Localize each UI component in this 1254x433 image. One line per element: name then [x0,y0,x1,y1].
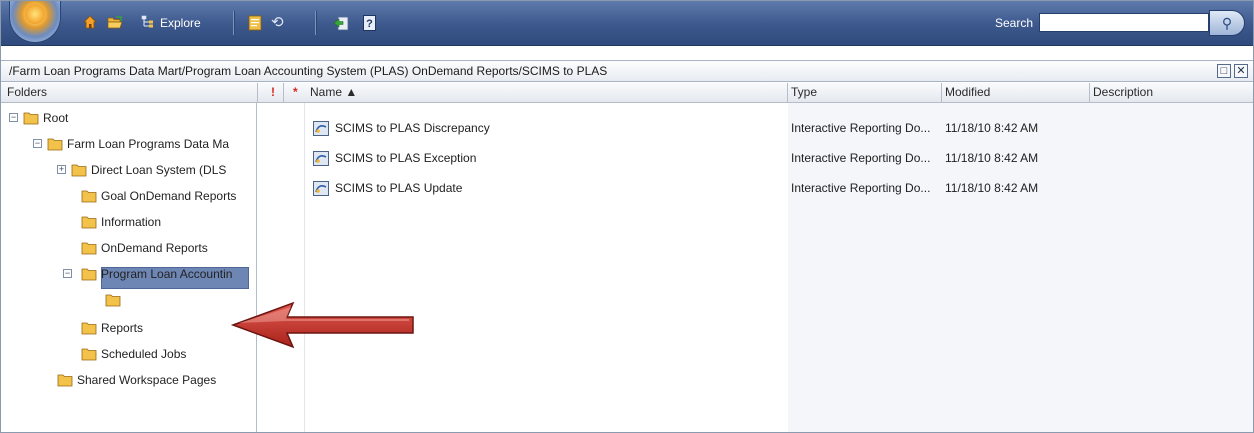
flag-column-header[interactable]: ! [271,83,275,102]
search-icon: ⚲ [1221,15,1233,31]
tree-item-label: Scheduled Jobs [101,347,187,361]
tree-item-label: Direct Loan System (DLS [91,163,227,177]
tree-item-label: Program Loan Accountin [101,267,233,281]
search-label: Search [995,16,1034,30]
collapse-icon[interactable]: − [63,269,72,278]
file-name: SCIMS to PLAS Exception [335,151,477,165]
maximize-button[interactable]: □ [1217,64,1231,78]
folder-icon [23,112,39,125]
close-button[interactable]: ✕ [1234,64,1248,78]
open-folder-icon[interactable] [107,16,123,29]
folder-icon [81,348,97,361]
tree-item-label: SCIMS to PLAS [125,293,211,307]
folder-icon [81,190,97,203]
type-column-header[interactable]: Type [791,83,817,102]
flag-columns [257,103,305,432]
file-list: SCIMS to PLAS Discrepancy Interactive Re… [305,103,1253,432]
folders-header: Folders [7,85,48,99]
home-icon[interactable] [83,15,97,29]
collapse-icon[interactable]: − [9,113,18,122]
folder-icon [81,242,97,255]
file-row[interactable]: SCIMS to PLAS Update Interactive Reporti… [305,177,1253,199]
tree-item-label: Farm Loan Programs Data Ma [67,137,230,151]
interactive-report-icon [313,181,329,196]
column-header-row: Folders ! * Name ▲ Type Modified Descrip… [1,83,1253,103]
maximize-icon: □ [1220,65,1228,77]
new-document-icon[interactable] [248,15,262,31]
close-icon: ✕ [1236,65,1246,77]
tree-item-shared-workspace-pages[interactable]: Shared Workspace Pages [1,369,256,391]
tree-item-label: Root [43,111,69,125]
file-type: Interactive Reporting Do... [791,181,931,195]
tree-item-label: Reports [101,321,144,335]
folder-icon [81,322,97,335]
tree-item-label: OnDemand Reports [101,241,208,255]
tree-item-goal-ondemand[interactable]: Goal OnDemand Reports [1,185,256,207]
search-go-button[interactable]: ⚲ [1209,10,1245,36]
file-name: SCIMS to PLAS Discrepancy [335,121,490,135]
callout-arrow [230,301,414,349]
folder-icon [57,374,73,387]
breadcrumb: /Farm Loan Programs Data Mart/Program Lo… [1,60,1253,82]
tree-item-scheduled-jobs[interactable]: Scheduled Jobs [1,343,256,365]
collapse-icon[interactable]: − [33,139,42,148]
folder-icon [47,138,63,151]
tree-item-label: Information [101,215,162,229]
refresh-icon[interactable]: ⟲ [271,13,284,33]
tree-item-program-loan-accounting[interactable]: − Program Loan Accountin [1,263,256,285]
tree-item-reports[interactable]: Reports [1,317,256,339]
file-type: Interactive Reporting Do... [791,121,931,135]
app-menu-orb[interactable] [9,1,61,43]
explore-icon[interactable] [141,15,155,29]
file-row[interactable]: SCIMS to PLAS Exception Interactive Repo… [305,147,1253,169]
tree-item-root[interactable]: − Root [1,107,256,129]
toolbar-separator [315,11,317,35]
folder-icon [81,268,97,281]
file-row[interactable]: SCIMS to PLAS Discrepancy Interactive Re… [305,117,1253,139]
help-icon[interactable]: ? [363,15,376,31]
file-modified: 11/18/10 8:42 AM [945,151,1039,165]
toolbar-separator [233,11,235,35]
tree-item-information[interactable]: Information [1,211,256,233]
app-logo-icon [25,4,45,24]
tree-item-farm-loan-programs[interactable]: − Farm Loan Programs Data Ma [1,133,256,155]
modified-column-header[interactable]: Modified [945,83,990,102]
tree-item-scims-to-plas[interactable]: SCIMS to PLAS [1,289,256,311]
folder-icon [81,216,97,229]
folder-icon [105,294,121,307]
file-type: Interactive Reporting Do... [791,151,931,165]
interactive-report-icon [313,121,329,136]
name-column-header[interactable]: Name ▲ [310,83,357,102]
description-column-header[interactable]: Description [1093,83,1153,102]
export-icon[interactable] [333,15,349,31]
tree-item-label: Shared Workspace Pages [77,373,217,387]
file-modified: 11/18/10 8:42 AM [945,121,1039,135]
file-modified: 11/18/10 8:42 AM [945,181,1039,195]
folder-icon [71,164,87,177]
folder-tree: − Root − Farm Loan Programs Data Ma + Di… [1,103,257,432]
explore-button[interactable]: Explore [160,13,201,33]
tree-item-direct-loan-system[interactable]: + Direct Loan System (DLS [1,159,256,181]
workspace-window: Explore ⟲ ? Search ⚲ /Farm Loan Programs… [0,0,1254,433]
search-input[interactable] [1039,13,1209,32]
tree-item-ondemand-reports[interactable]: OnDemand Reports [1,237,256,259]
folder-path: /Farm Loan Programs Data Mart/Program Lo… [9,64,608,78]
tree-item-label: Goal OnDemand Reports [101,189,237,203]
file-name: SCIMS to PLAS Update [335,181,463,195]
interactive-report-icon [313,151,329,166]
new-column-header[interactable]: * [293,83,298,102]
main-toolbar: Explore ⟲ ? Search ⚲ [1,1,1253,46]
expand-icon[interactable]: + [57,165,66,174]
